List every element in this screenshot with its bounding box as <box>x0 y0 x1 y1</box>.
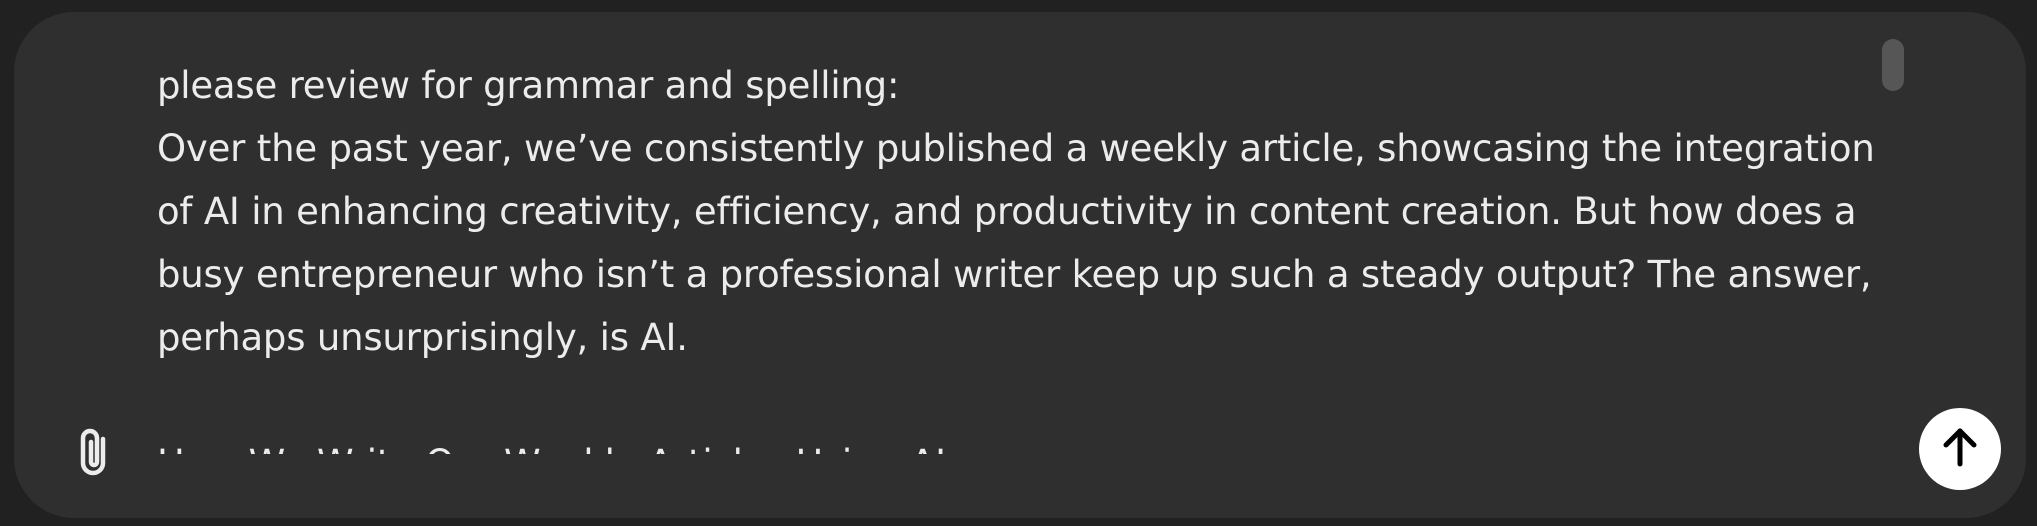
prompt-paragraph: Over the past year, we’ve consistently p… <box>157 127 1875 359</box>
paperclip-icon <box>70 425 116 485</box>
message-composer[interactable]: please review for grammar and spelling: … <box>14 12 2026 518</box>
arrow-up-icon <box>1940 425 1980 473</box>
prompt-heading-line: How We Write Our Weekly Articles Using A… <box>157 432 1877 454</box>
prompt-textarea[interactable]: please review for grammar and spelling: … <box>157 54 1877 454</box>
prompt-instruction-line: please review for grammar and spelling: <box>157 64 900 107</box>
send-button[interactable] <box>1919 408 2001 490</box>
attach-file-button[interactable] <box>52 414 134 496</box>
scrollbar-thumb[interactable] <box>1882 39 1904 91</box>
prompt-scrollbar[interactable] <box>1882 26 1904 446</box>
